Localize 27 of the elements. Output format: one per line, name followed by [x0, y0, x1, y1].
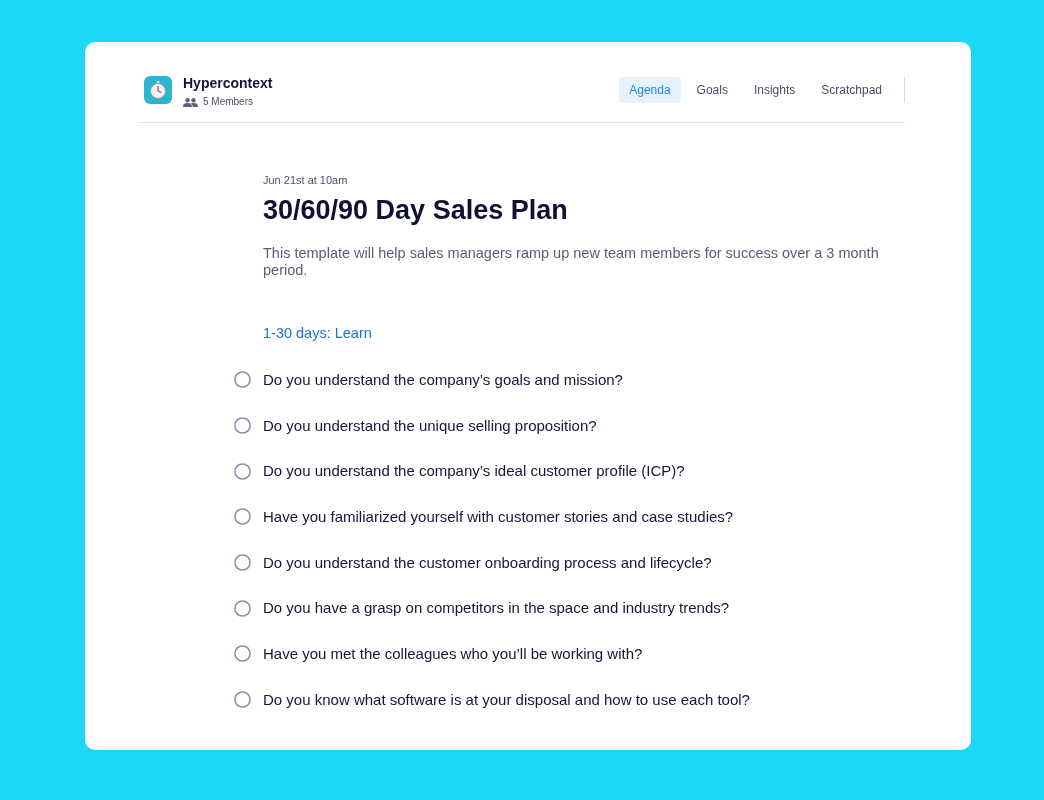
agenda-item-text: Do you understand the unique selling proposition?	[263, 416, 597, 435]
meeting-date: Jun 21st at 10am	[263, 173, 349, 188]
checkbox-circle-icon[interactable]	[234, 417, 251, 435]
stopwatch-icon	[144, 76, 172, 104]
agenda-item-text: Have you met the colleagues who you’ll be working with?	[263, 644, 643, 663]
agenda-item-text: Do you understand the company’s ideal customer profile (ICP)?	[263, 462, 685, 481]
nav-tab[interactable]: Insights	[743, 77, 806, 103]
member-count: 5 Members	[203, 96, 253, 108]
checkbox-circle-icon[interactable]	[234, 645, 251, 663]
checkbox-circle-icon[interactable]	[234, 371, 251, 389]
section-heading: 1-30 days: Learn	[263, 324, 373, 342]
checkbox-circle-icon[interactable]	[234, 508, 251, 526]
agenda-item-text: Do you have a grasp on competitors in the space and industry trends?	[263, 599, 730, 618]
meeting-title: 30/60/90 Day Sales Plan	[263, 194, 569, 226]
agenda-item-text: Have you familiarized yourself with customer stories and case studies?	[263, 507, 734, 526]
agenda-item-text: Do you understand the customer onboarding process and lifecycle?	[263, 553, 712, 572]
checkbox-circle-icon[interactable]	[234, 599, 251, 617]
app-name: Hypercontext	[183, 74, 273, 92]
nav-tab[interactable]: Goals	[686, 77, 738, 103]
nav-tab[interactable]: Scratchpad	[811, 77, 892, 103]
agenda-item-text: Do you understand the company’s goals and mission?	[263, 370, 623, 389]
people-icon	[183, 97, 198, 107]
checkbox-circle-icon[interactable]	[234, 691, 251, 709]
checkbox-circle-icon[interactable]	[234, 462, 251, 480]
meeting-description: This template will help sales managers ramp up new team members for success over a 3 month period.	[263, 245, 880, 279]
agenda-item-text: Do you know what software is at your disposal and how to use each tool?	[263, 690, 750, 709]
checkbox-circle-icon[interactable]	[234, 554, 251, 572]
